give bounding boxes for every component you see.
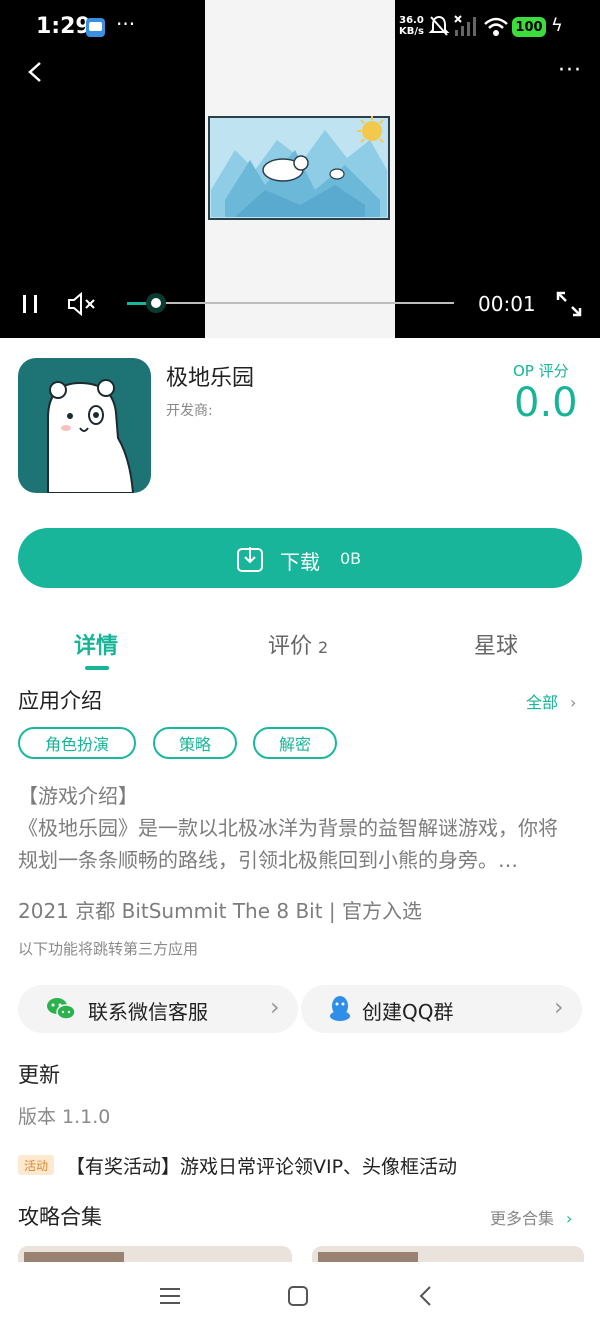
progress-thumb-center	[151, 298, 161, 308]
download-icon	[237, 547, 263, 572]
tab-reviews[interactable]: 评价 2	[268, 628, 328, 660]
chevron-right-icon: ›	[566, 1209, 573, 1228]
download-size: 0B	[340, 549, 362, 568]
third-party-notice: 以下功能将跳转第三方应用	[18, 940, 199, 958]
tag-puzzle[interactable]: 解密	[253, 727, 337, 759]
award-text: 2021 京都 BitSummit The 8 Bit | 官方入选	[18, 899, 423, 923]
wechat-service-button[interactable]: 联系微信客服 ›	[18, 985, 298, 1033]
intro-section-title: 应用介绍	[18, 689, 102, 713]
video-artwork	[208, 116, 390, 220]
activity-badge: 活动	[18, 1155, 54, 1175]
back-icon[interactable]	[24, 60, 46, 84]
video-frame	[205, 0, 395, 338]
activity-link[interactable]: 【有奖活动】游戏日常评论领VIP、头像框活动	[66, 1152, 457, 1179]
fullscreen-icon[interactable]	[555, 290, 583, 318]
description-line: 规划一条条顺畅的路线，引领北极熊回到小熊的身旁。…	[18, 848, 518, 872]
developer-label: 开发商:	[166, 403, 213, 419]
version-text: 版本 1.1.0	[18, 1106, 111, 1128]
update-section-title: 更新	[18, 1063, 60, 1087]
tab-planet[interactable]: 星球	[474, 628, 518, 660]
tag-role-playing[interactable]: 角色扮演	[18, 727, 136, 759]
tab-details[interactable]: 详情	[74, 628, 118, 660]
tab-reviews-label: 评价	[268, 634, 313, 659]
qq-icon	[330, 996, 350, 1021]
video-more-icon[interactable]: ···	[558, 58, 582, 83]
rating-value: 0.0	[514, 380, 578, 426]
create-qq-group-button[interactable]: 创建QQ群 ›	[301, 985, 582, 1033]
guides-more-link[interactable]: 更多合集 ›	[490, 1205, 572, 1229]
intro-all-label: 全部	[526, 693, 559, 712]
wechat-service-label: 联系微信客服	[88, 1000, 208, 1024]
active-tab-indicator	[85, 666, 109, 670]
network-speed: 36.0 KB/s	[399, 15, 424, 37]
tab-reviews-count: 2	[318, 638, 329, 657]
app-title: 极地乐园	[166, 366, 255, 391]
description-heading: 【游戏介绍】	[18, 784, 138, 808]
chevron-right-icon: ›	[554, 993, 564, 1021]
video-current-time: 00:01	[478, 292, 536, 316]
mute-bell-icon	[428, 15, 450, 36]
pause-icon[interactable]	[20, 292, 42, 316]
description-line: 《极地乐园》是一款以北极冰洋为背景的益智解谜游戏，你将	[18, 816, 558, 840]
signal-icon	[454, 15, 476, 36]
guides-section-title: 攻略合集	[18, 1205, 102, 1229]
menu-icon[interactable]	[158, 1284, 182, 1308]
guides-more-label: 更多合集	[490, 1209, 555, 1228]
wifi-icon	[484, 17, 508, 36]
download-label: 下载	[280, 550, 320, 574]
wechat-icon	[47, 998, 76, 1020]
tag-strategy[interactable]: 策略	[153, 727, 237, 759]
intro-all-link[interactable]: 全部 ›	[526, 689, 576, 713]
progress-track[interactable]	[156, 302, 454, 304]
charging-icon: ϟ	[551, 15, 563, 36]
create-qq-group-label: 创建QQ群	[362, 1000, 454, 1024]
battery-indicator: 100	[512, 17, 546, 37]
mute-icon[interactable]	[66, 292, 98, 316]
home-icon[interactable]	[286, 1284, 310, 1308]
chevron-right-icon: ›	[570, 693, 577, 712]
chevron-right-icon: ›	[270, 993, 280, 1021]
polar-bear-icon	[47, 379, 135, 493]
nav-back-icon[interactable]	[414, 1284, 438, 1308]
app-icon	[18, 358, 151, 493]
notification-app-icon	[86, 18, 105, 37]
status-time: 1:29	[36, 14, 91, 39]
more-notifications-icon: ···	[116, 12, 136, 36]
rating-label: OP 评分	[513, 362, 569, 380]
